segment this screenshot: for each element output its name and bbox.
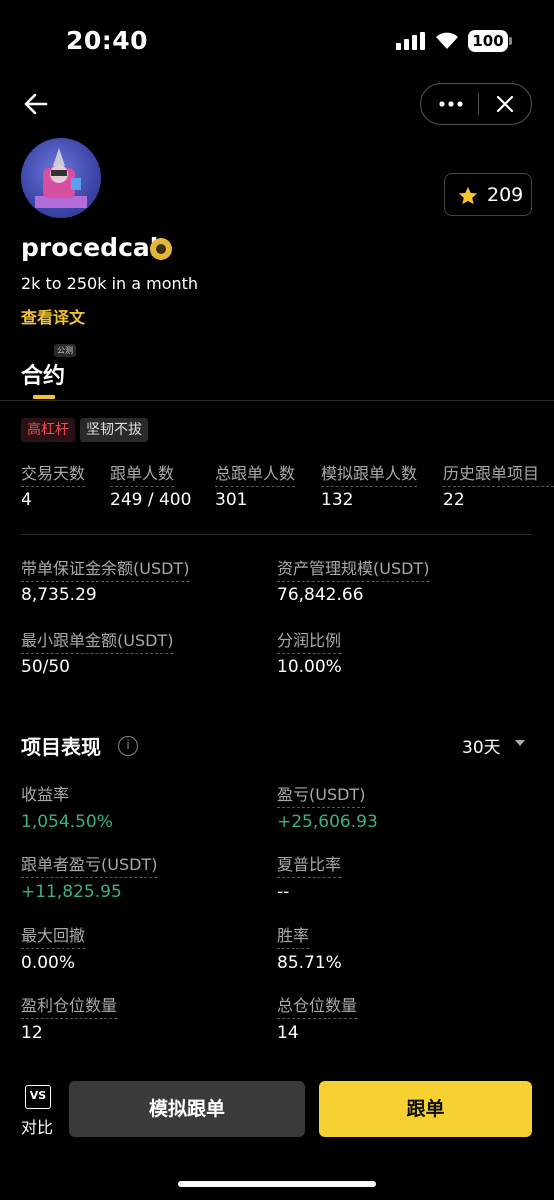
- avatar[interactable]: [21, 138, 101, 218]
- mini-program-capsule: [420, 83, 532, 125]
- tab-contract[interactable]: 合约: [21, 358, 65, 390]
- perf-value: 0.00%: [21, 953, 76, 973]
- compare-label[interactable]: 对比: [21, 1114, 53, 1138]
- tab-badge: 公测: [54, 344, 76, 357]
- perf-value: +11,825.95: [21, 882, 122, 902]
- bio: 2k to 250k in a month: [21, 274, 199, 293]
- stats-divider: [21, 534, 533, 535]
- battery-tip: [509, 37, 512, 45]
- perf-label: 总仓位数量: [277, 992, 358, 1019]
- tag-high-leverage: 高杠杆: [21, 418, 75, 442]
- crown-badge-icon: [150, 238, 172, 260]
- stat-value: 22: [443, 490, 465, 510]
- copy-trade-button[interactable]: 跟单: [319, 1081, 532, 1137]
- status-time: 20:40: [66, 26, 149, 55]
- tab-divider: [0, 400, 554, 401]
- home-indicator: [178, 1181, 376, 1187]
- compare-icon[interactable]: VS: [25, 1085, 51, 1109]
- account-label: 分润比例: [277, 627, 342, 654]
- perf-label: 最大回撤: [21, 922, 86, 949]
- account-label: 最小跟单金额(USDT): [21, 627, 174, 654]
- perf-value: --: [277, 882, 290, 902]
- perf-label: 胜率: [277, 922, 310, 949]
- favorite-count: 209: [487, 184, 524, 206]
- battery-icon: 100: [468, 30, 508, 52]
- tag-perseverance: 坚韧不拔: [80, 418, 148, 442]
- stat-label: 历史跟单项目: [443, 460, 554, 487]
- wifi-icon: [436, 32, 458, 49]
- stat-label: 总跟单人数: [215, 460, 296, 487]
- perf-value: +25,606.93: [277, 812, 378, 832]
- perf-label: 夏普比率: [277, 851, 342, 878]
- account-value: 8,735.29: [21, 585, 97, 605]
- translate-link[interactable]: 查看译文: [21, 304, 85, 328]
- perf-value: 14: [277, 1023, 299, 1043]
- stat-label: 跟单人数: [110, 460, 175, 487]
- stat-label: 模拟跟单人数: [321, 460, 418, 487]
- period-select[interactable]: 30天: [462, 733, 501, 758]
- close-icon[interactable]: [495, 94, 515, 114]
- account-label: 带单保证金余额(USDT): [21, 555, 190, 582]
- perf-value: 85.71%: [277, 953, 342, 973]
- perf-value: 1,054.50%: [21, 812, 113, 832]
- star-icon: [458, 186, 478, 205]
- back-arrow-icon[interactable]: [22, 90, 50, 118]
- stat-value: 249 / 400: [110, 490, 192, 510]
- account-value: 76,842.66: [277, 585, 364, 605]
- account-value: 10.00%: [277, 657, 342, 677]
- info-icon[interactable]: i: [118, 736, 138, 756]
- stat-value: 132: [321, 490, 354, 510]
- avatar-character-icon: [35, 148, 87, 208]
- chevron-down-icon[interactable]: [515, 740, 525, 746]
- perf-label: 盈利仓位数量: [21, 992, 118, 1019]
- more-icon[interactable]: [436, 94, 466, 114]
- stat-value: 4: [21, 490, 32, 510]
- username: procedcal: [21, 233, 159, 262]
- performance-title: 项目表现: [21, 735, 101, 759]
- perf-label: 跟单者盈亏(USDT): [21, 851, 158, 878]
- perf-value: 12: [21, 1023, 43, 1043]
- simulate-copy-button[interactable]: 模拟跟单: [69, 1081, 305, 1137]
- perf-label: 收益率: [21, 785, 70, 804]
- tab-indicator: [33, 395, 55, 399]
- stat-value: 301: [215, 490, 248, 510]
- favorite-button[interactable]: 209: [444, 173, 532, 216]
- capsule-divider: [478, 93, 479, 115]
- account-label: 资产管理规模(USDT): [277, 555, 430, 582]
- signal-icon: [396, 32, 426, 50]
- stat-label: 交易天数: [21, 460, 86, 487]
- perf-label: 盈亏(USDT): [277, 781, 366, 808]
- account-value: 50/50: [21, 657, 70, 677]
